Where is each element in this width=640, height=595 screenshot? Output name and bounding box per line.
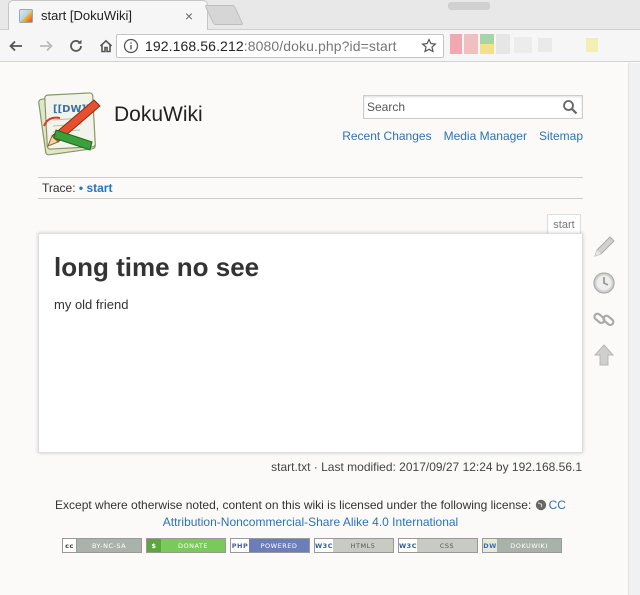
back-to-top-button[interactable] bbox=[590, 340, 618, 370]
search-box bbox=[363, 95, 583, 119]
arrow-up-icon bbox=[593, 344, 615, 366]
dokuwiki-logo-icon[interactable]: [[DW]] bbox=[38, 90, 104, 156]
reload-button[interactable] bbox=[62, 32, 90, 60]
media-manager-link[interactable]: Media Manager bbox=[444, 129, 527, 143]
page-content: long time no see my old friend bbox=[38, 233, 583, 453]
recent-changes-link[interactable]: Recent Changes bbox=[342, 129, 431, 143]
link-chain-icon bbox=[593, 312, 615, 327]
forward-arrow-icon bbox=[40, 40, 53, 51]
badge-php-powered[interactable]: PHP POWERED bbox=[230, 538, 310, 553]
close-tab-icon[interactable]: × bbox=[181, 8, 197, 24]
badge-cc-by-nc-sa[interactable]: cc BY-NC-SA bbox=[62, 538, 142, 553]
search-input[interactable] bbox=[367, 100, 562, 114]
page-scrollbar[interactable] bbox=[628, 63, 640, 595]
breadcrumb: Trace: • start bbox=[38, 177, 583, 199]
breadcrumb-item-start[interactable]: start bbox=[86, 181, 112, 195]
edit-page-button[interactable] bbox=[590, 232, 618, 262]
cc-globe-icon bbox=[535, 499, 546, 511]
clock-icon bbox=[593, 272, 615, 294]
footer-badges: cc BY-NC-SA $ DONATE PHP POWERED W3C HTML5 W… bbox=[62, 538, 562, 553]
backlinks-button[interactable] bbox=[590, 304, 618, 334]
back-button[interactable] bbox=[2, 32, 30, 60]
search-icon[interactable] bbox=[562, 99, 578, 115]
page-body-text: my old friend bbox=[54, 297, 129, 312]
site-info-icon[interactable] bbox=[123, 38, 139, 54]
pencil-icon bbox=[594, 236, 615, 257]
license-notice: Except where otherwise noted, content on… bbox=[38, 497, 583, 531]
forward-button[interactable] bbox=[32, 32, 60, 60]
sitemap-link[interactable]: Sitemap bbox=[539, 129, 583, 143]
badge-dokuwiki[interactable]: DW DOKUWIKI bbox=[482, 538, 562, 553]
doc-info: start.txt · Last modified: 2017/09/27 12… bbox=[271, 460, 582, 474]
site-title[interactable]: DokuWiki bbox=[114, 103, 203, 127]
badge-donate[interactable]: $ DONATE bbox=[146, 538, 226, 553]
url-text: 192.168.56.212:8080/doku.php?id=start bbox=[145, 38, 397, 54]
badge-w3c-css[interactable]: W3C CSS bbox=[398, 538, 478, 553]
bookmark-star-icon[interactable] bbox=[421, 38, 437, 54]
license-prefix: Except where otherwise noted, content on… bbox=[55, 498, 532, 512]
old-revisions-button[interactable] bbox=[590, 268, 618, 298]
page-tools bbox=[590, 232, 620, 376]
page-id-tab: start bbox=[547, 214, 581, 234]
address-bar[interactable]: 192.168.56.212:8080/doku.php?id=start bbox=[116, 34, 444, 58]
breadcrumb-label: Trace: bbox=[42, 181, 76, 195]
reload-icon bbox=[70, 39, 82, 52]
tab-title: start [DokuWiki] bbox=[41, 8, 133, 23]
home-icon bbox=[99, 39, 113, 52]
page-heading: long time no see bbox=[54, 252, 260, 282]
dokuwiki-favicon-icon bbox=[19, 8, 33, 23]
extension-icons-blurred bbox=[450, 34, 600, 58]
window-title-blurred bbox=[448, 2, 490, 10]
breadcrumb-separator: • bbox=[78, 181, 84, 195]
back-arrow-icon bbox=[9, 40, 22, 51]
site-tools-nav: Recent Changes Media Manager Sitemap bbox=[342, 129, 583, 143]
new-tab-button[interactable] bbox=[204, 5, 244, 25]
badge-w3c-html5[interactable]: W3C HTML5 bbox=[314, 538, 394, 553]
browser-tabstrip: start [DokuWiki] × bbox=[0, 0, 640, 30]
browser-tab[interactable]: start [DokuWiki] × bbox=[8, 0, 208, 30]
